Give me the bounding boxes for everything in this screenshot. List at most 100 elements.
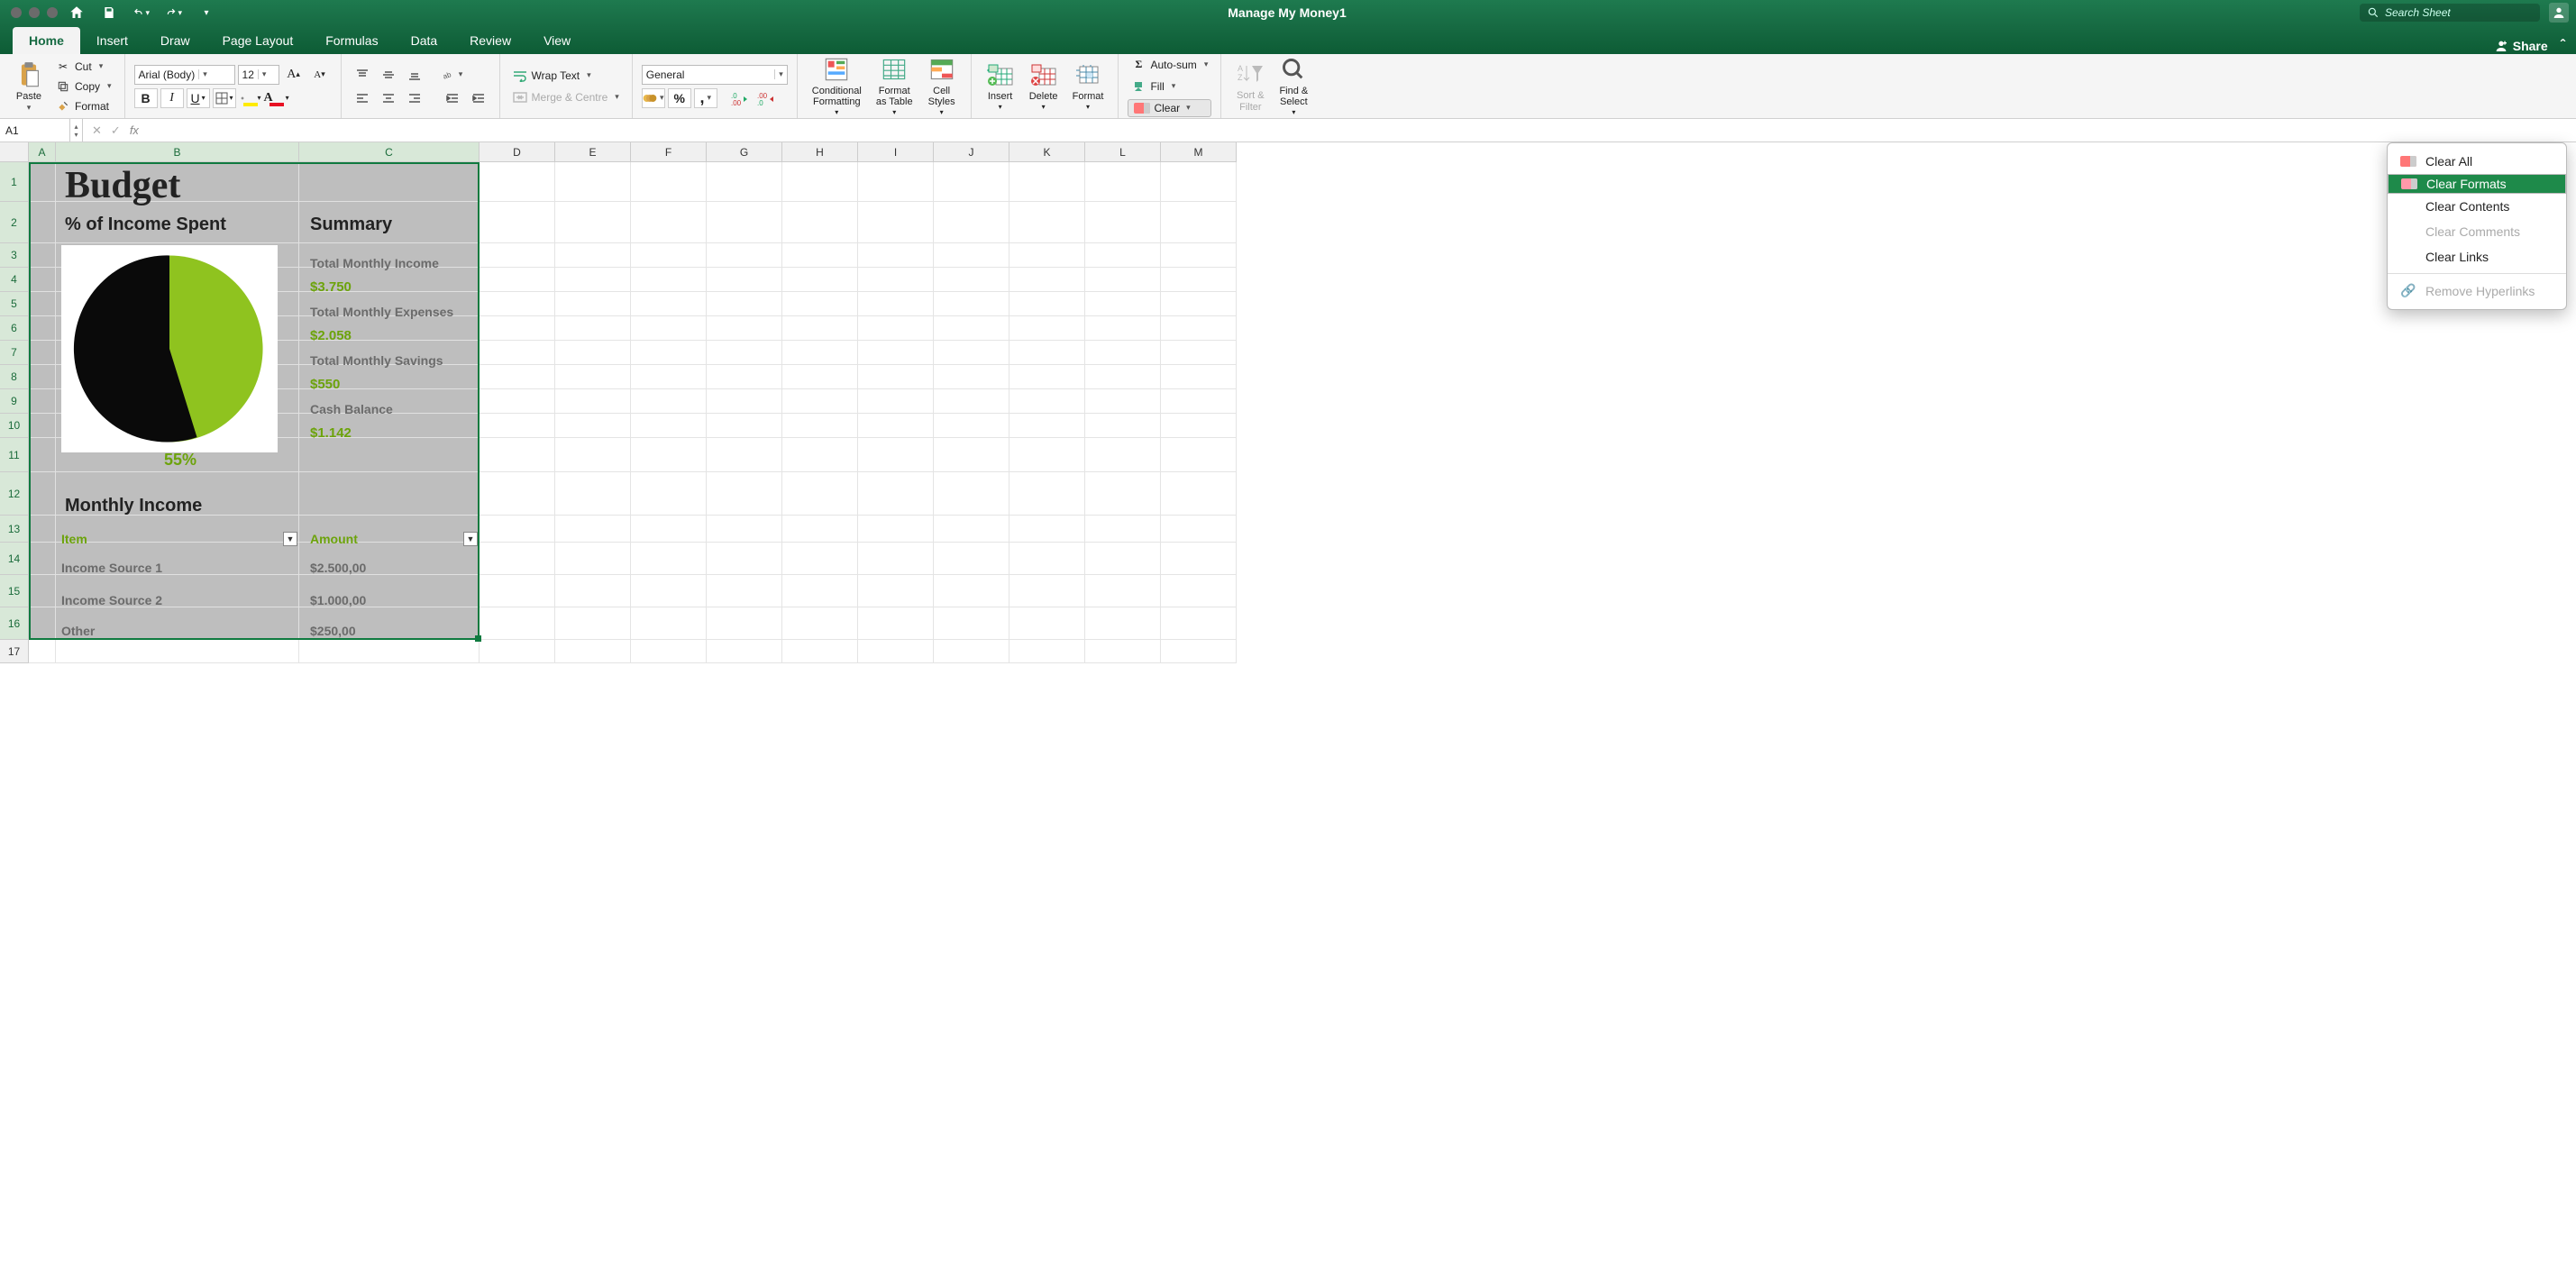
- cell[interactable]: [299, 438, 480, 472]
- cell[interactable]: [1009, 268, 1085, 292]
- tab-data[interactable]: Data: [395, 27, 454, 54]
- share-button[interactable]: Share: [2494, 39, 2548, 53]
- cell[interactable]: [934, 414, 1009, 438]
- format-cells-button[interactable]: Format▾: [1067, 59, 1110, 114]
- cell[interactable]: [1009, 472, 1085, 516]
- cell[interactable]: [1009, 575, 1085, 607]
- name-box-dropdown[interactable]: ▴▾: [70, 119, 83, 141]
- cell[interactable]: [707, 162, 782, 202]
- cell[interactable]: [707, 316, 782, 341]
- cell[interactable]: [480, 516, 555, 543]
- row-header[interactable]: 8: [0, 365, 29, 389]
- cell[interactable]: [631, 202, 707, 243]
- format-painter-button[interactable]: Format: [52, 97, 115, 115]
- cell[interactable]: [56, 243, 299, 268]
- enter-formula-icon[interactable]: ✓: [111, 123, 121, 138]
- cell[interactable]: [555, 316, 631, 341]
- cell[interactable]: [56, 607, 299, 640]
- column-header[interactable]: G: [707, 142, 782, 162]
- row-header[interactable]: 14: [0, 543, 29, 575]
- cell[interactable]: [707, 640, 782, 663]
- cell[interactable]: [299, 607, 480, 640]
- cell[interactable]: [934, 438, 1009, 472]
- align-top-button[interactable]: [351, 65, 374, 85]
- cell[interactable]: [1161, 292, 1237, 316]
- fill-button[interactable]: Fill: [1128, 78, 1211, 96]
- cell[interactable]: [1085, 243, 1161, 268]
- cell[interactable]: [1085, 575, 1161, 607]
- copy-button[interactable]: Copy: [52, 78, 115, 96]
- delete-cells-button[interactable]: Delete▾: [1024, 59, 1064, 114]
- font-size-select[interactable]: 12▾: [238, 65, 279, 85]
- column-header[interactable]: L: [1085, 142, 1161, 162]
- cell[interactable]: [631, 543, 707, 575]
- row-header[interactable]: 3: [0, 243, 29, 268]
- cell[interactable]: [1009, 389, 1085, 414]
- cell[interactable]: [555, 202, 631, 243]
- conditional-formatting-button[interactable]: Conditional Formatting▾: [807, 53, 867, 119]
- cell[interactable]: [631, 268, 707, 292]
- cell[interactable]: [1085, 268, 1161, 292]
- cell[interactable]: [299, 292, 480, 316]
- row-header[interactable]: 17: [0, 640, 29, 663]
- cell[interactable]: [631, 389, 707, 414]
- row-header[interactable]: 1: [0, 162, 29, 202]
- fill-color-button[interactable]: ▾: [239, 88, 262, 108]
- cell[interactable]: [1009, 640, 1085, 663]
- cell[interactable]: [29, 268, 56, 292]
- orientation-button[interactable]: ab: [441, 65, 464, 85]
- tab-page-layout[interactable]: Page Layout: [206, 27, 310, 54]
- row-header[interactable]: 10: [0, 414, 29, 438]
- cell[interactable]: [782, 414, 858, 438]
- column-header[interactable]: H: [782, 142, 858, 162]
- cell[interactable]: [1009, 162, 1085, 202]
- cell[interactable]: [555, 640, 631, 663]
- cell[interactable]: [1085, 202, 1161, 243]
- cell[interactable]: [1161, 472, 1237, 516]
- cell[interactable]: [631, 640, 707, 663]
- cell[interactable]: [555, 389, 631, 414]
- cell[interactable]: [29, 162, 56, 202]
- cell[interactable]: [56, 414, 299, 438]
- border-button[interactable]: ▾: [213, 88, 236, 108]
- row-header[interactable]: 16: [0, 607, 29, 640]
- cell[interactable]: [555, 472, 631, 516]
- cell[interactable]: [858, 341, 934, 365]
- cell[interactable]: [631, 316, 707, 341]
- cell[interactable]: [480, 202, 555, 243]
- cell[interactable]: [56, 516, 299, 543]
- cell[interactable]: [1161, 543, 1237, 575]
- cell[interactable]: [934, 575, 1009, 607]
- cell[interactable]: [631, 575, 707, 607]
- cell[interactable]: [858, 268, 934, 292]
- cell[interactable]: [1009, 414, 1085, 438]
- column-header[interactable]: B: [56, 142, 299, 162]
- cell[interactable]: [56, 268, 299, 292]
- column-header[interactable]: M: [1161, 142, 1237, 162]
- cell[interactable]: [480, 472, 555, 516]
- cell[interactable]: [555, 162, 631, 202]
- customize-qat-icon[interactable]: ▾: [198, 5, 215, 21]
- cell[interactable]: [1009, 607, 1085, 640]
- cell[interactable]: [29, 389, 56, 414]
- cell[interactable]: [299, 316, 480, 341]
- undo-icon[interactable]: ▾: [133, 5, 150, 21]
- cell[interactable]: [480, 389, 555, 414]
- cell[interactable]: [1009, 292, 1085, 316]
- row-header[interactable]: 6: [0, 316, 29, 341]
- cell[interactable]: [1085, 607, 1161, 640]
- cell[interactable]: [299, 472, 480, 516]
- tab-home[interactable]: Home: [13, 27, 80, 54]
- paste-button[interactable]: Paste ▾: [9, 59, 49, 114]
- cell[interactable]: [1161, 341, 1237, 365]
- zoom-window-icon[interactable]: [47, 7, 58, 18]
- cell[interactable]: [1161, 162, 1237, 202]
- cell[interactable]: [29, 365, 56, 389]
- cell[interactable]: [56, 543, 299, 575]
- cell[interactable]: [707, 292, 782, 316]
- cell[interactable]: [29, 472, 56, 516]
- cell[interactable]: [299, 516, 480, 543]
- cell[interactable]: [631, 243, 707, 268]
- cell[interactable]: [782, 316, 858, 341]
- cell[interactable]: [631, 516, 707, 543]
